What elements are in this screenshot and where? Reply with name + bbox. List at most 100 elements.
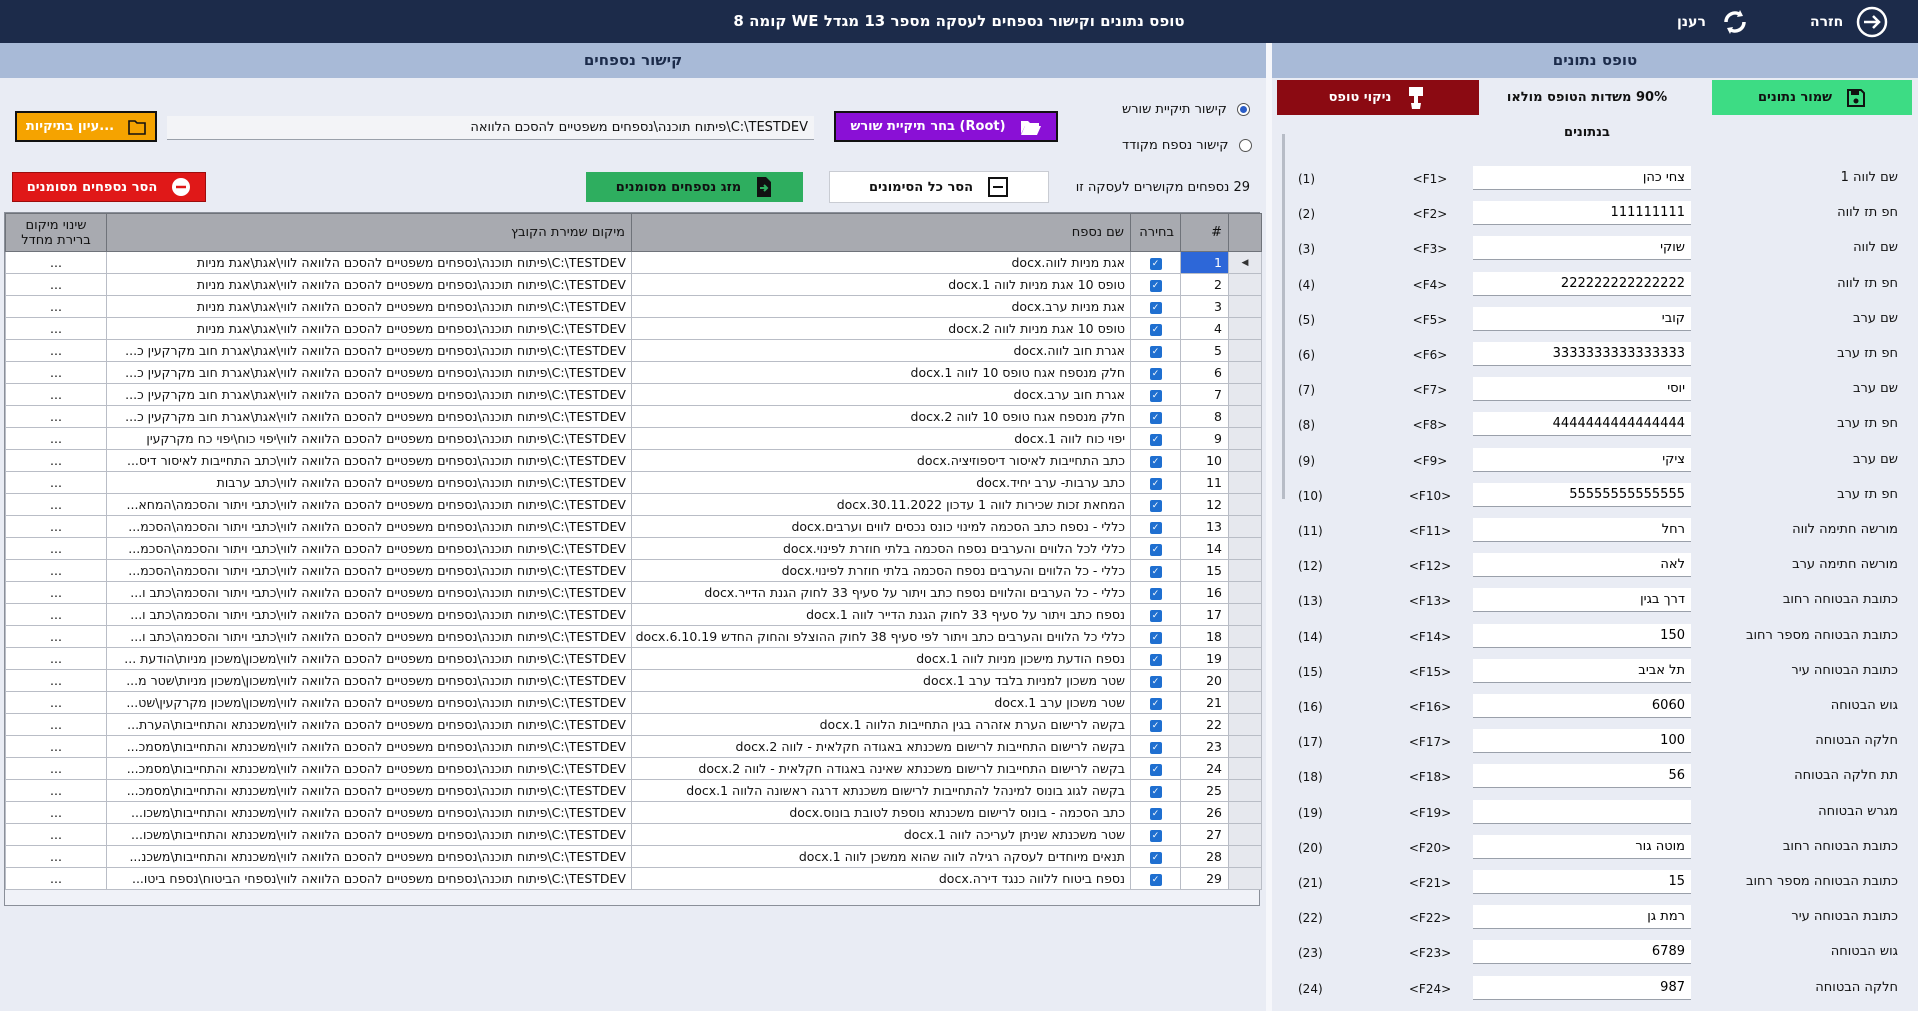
field-input[interactable]	[1473, 412, 1691, 437]
field-index: (21)	[1298, 876, 1323, 890]
field-index: (3)	[1298, 242, 1315, 257]
field-input[interactable]	[1473, 764, 1691, 789]
field-input[interactable]	[1473, 236, 1691, 261]
field-key: <F7>	[1412, 383, 1448, 398]
form-field-row: (12) <F12> מורשה חתימה ערב	[0, 553, 1918, 579]
field-input[interactable]	[1473, 166, 1691, 190]
field-key: <F4>	[1412, 277, 1448, 292]
field-index: (10)	[1298, 488, 1323, 503]
field-input[interactable]	[1473, 905, 1691, 930]
field-key: <F3>	[1412, 242, 1448, 257]
field-index: (5)	[1298, 312, 1315, 327]
form-field-row: (15) <F15> כתובת הבטוחה עיר	[0, 658, 1918, 685]
field-key: <F8>	[1412, 418, 1448, 433]
form-field-row: (7) <F7> שם ערב	[0, 377, 1918, 403]
field-input[interactable]	[1473, 658, 1691, 683]
clear-form-label: ניקוי טופס	[1328, 90, 1392, 105]
field-label: שם ערב	[1853, 381, 1898, 397]
field-input[interactable]	[1473, 870, 1691, 894]
field-key: <F1>	[1412, 172, 1448, 186]
field-label: כתובת הבטוחה רחוב	[1782, 838, 1898, 854]
window-title: טופס נתונים וקישור נספחים לעסקה מספר 13 …	[733, 12, 1185, 30]
field-input[interactable]	[1473, 518, 1691, 542]
form-field-row: (5) <F5> שם ערב	[0, 306, 1918, 333]
field-index: (16)	[1298, 700, 1323, 714]
field-label: שם ערב	[1853, 451, 1898, 467]
refresh-icon	[1724, 10, 1746, 34]
field-key: <F18>	[1408, 770, 1452, 785]
field-input[interactable]	[1473, 834, 1691, 859]
form-field-row: (13) <F13> כתובת הבטוחה רחוב	[0, 588, 1918, 614]
radio-specific-file[interactable]: קישור נספח מקודד	[1122, 138, 1252, 153]
field-key: <F2>	[1412, 207, 1448, 222]
field-label: שם לווה	[1853, 240, 1898, 256]
field-label: תת חלקה הבטוחה	[1794, 768, 1898, 784]
form-field-row: (10) <F10> חפ תז ערב	[0, 482, 1918, 509]
field-input[interactable]	[1473, 694, 1691, 718]
field-key: <F19>	[1408, 805, 1452, 820]
field-input[interactable]	[1473, 201, 1691, 226]
form-field-row: (3) <F3> שם לווה	[0, 236, 1918, 262]
radio-circle	[1236, 103, 1250, 116]
field-index: (12)	[1298, 559, 1323, 574]
field-input[interactable]	[1473, 729, 1691, 754]
field-key: <F17>	[1408, 735, 1452, 750]
clear-form-button[interactable]: ניקוי טופס	[1277, 80, 1479, 115]
browse-label: עיון בתיקיות...	[25, 119, 115, 134]
form-field-row: (1) <F1> שם לווה 1	[0, 166, 1918, 192]
field-key: <F9>	[1412, 453, 1448, 468]
field-key: <F12>	[1408, 559, 1452, 574]
field-index: (15)	[1298, 664, 1323, 679]
field-label: גוש הבטוחה	[1830, 698, 1898, 713]
field-index: (6)	[1298, 348, 1315, 362]
save-icon	[1847, 88, 1866, 107]
field-input[interactable]	[1473, 940, 1691, 965]
field-input[interactable]	[1473, 271, 1691, 296]
field-label: חלקה הבטוחה	[1815, 979, 1898, 995]
field-index: (14)	[1298, 629, 1323, 644]
choose-root-button[interactable]: בחר תיקיית שורש (Root)	[834, 111, 1058, 142]
right-panel-header: טופס נתונים	[1272, 43, 1918, 78]
browse-folders-button[interactable]: עיון בתיקיות...	[15, 111, 157, 142]
field-label: גוש הבטוחה	[1830, 944, 1898, 960]
field-label: חפ תז ערב	[1837, 346, 1898, 361]
field-key: <F6>	[1412, 348, 1448, 362]
field-index: (8)	[1298, 418, 1315, 433]
field-key: <F5>	[1412, 312, 1448, 327]
field-label: כתובת הבטוחה מספר רחוב	[1746, 874, 1898, 889]
field-label: חפ תז לווה	[1837, 275, 1898, 291]
title-bar: טופס נתונים וקישור נספחים לעסקה מספר 13 …	[0, 0, 1918, 43]
field-input[interactable]	[1473, 306, 1691, 331]
field-label: שם לווה 1	[1840, 170, 1898, 185]
form-field-row: (8) <F8> חפ תז ערב	[0, 412, 1918, 438]
back-label: חזרה	[1810, 14, 1844, 30]
radio-root-folder[interactable]: קישור תיקיית שורש	[1122, 102, 1250, 117]
field-index: (20)	[1298, 840, 1323, 855]
field-label: מגרש הבטוחה	[1818, 803, 1898, 819]
back-button[interactable]: חזרה	[1810, 4, 1889, 40]
form-field-row: (20) <F20> כתובת הבטוחה רחוב	[0, 834, 1918, 861]
arrow-right-circle-icon	[1857, 6, 1888, 38]
field-label: חפ תז ערב	[1837, 486, 1898, 502]
form-field-row: (6) <F6> חפ תז ערב	[0, 342, 1918, 368]
field-input[interactable]	[1473, 482, 1691, 507]
field-input[interactable]	[1473, 447, 1691, 472]
field-index: (23)	[1298, 946, 1323, 961]
field-input[interactable]	[1473, 342, 1691, 366]
field-index: (13)	[1298, 594, 1323, 609]
field-label: חפ תז לווה	[1837, 205, 1898, 221]
field-key: <F20>	[1408, 840, 1452, 855]
refresh-button[interactable]: רענן	[1677, 4, 1752, 40]
form-field-row: (21) <F21> כתובת הבטוחה מספר רחוב	[0, 870, 1918, 896]
field-label: חלקה הבטוחה	[1815, 733, 1898, 749]
field-input[interactable]	[1473, 377, 1691, 402]
field-input[interactable]	[1473, 799, 1691, 824]
form-progress-text: 90% משדות הטופס מולאו בנתונים	[1506, 90, 1668, 140]
field-input[interactable]	[1473, 553, 1691, 578]
field-input[interactable]	[1473, 975, 1691, 1000]
field-key: <F11>	[1408, 524, 1452, 538]
field-input[interactable]	[1473, 588, 1691, 613]
field-input[interactable]	[1473, 623, 1691, 648]
save-data-button[interactable]: שמור נתונים	[1712, 80, 1912, 115]
field-label: מורשה חתימה לווה	[1792, 522, 1898, 537]
